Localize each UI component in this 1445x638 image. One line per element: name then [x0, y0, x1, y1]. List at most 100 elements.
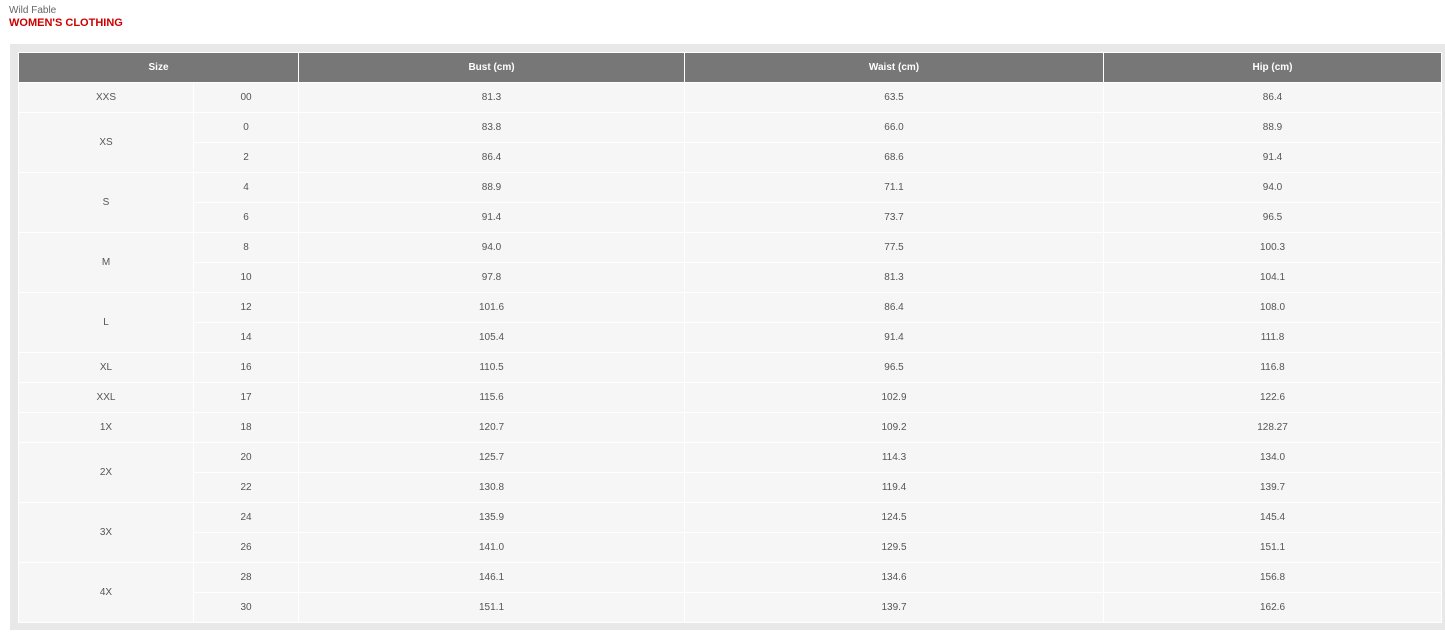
- table-row: S 4 88.9 71.1 94.0: [18, 172, 1443, 233]
- waist-cell: 66.0: [684, 112, 1105, 143]
- bust-cell: 130.8: [298, 472, 686, 503]
- column-header-size: Size: [17, 52, 300, 83]
- size-label-cell: XS: [18, 112, 194, 173]
- column-header-bust: Bust (cm): [298, 52, 686, 83]
- hip-cell: 94.0: [1103, 172, 1443, 203]
- hip-cell: 151.1: [1103, 532, 1443, 563]
- hip-cell: 116.8: [1103, 352, 1443, 383]
- size-label-cell: 2X: [18, 442, 194, 503]
- size-chart-frame: Size Bust (cm) Waist (cm) Hip (cm) XXS 00…: [10, 44, 1445, 630]
- bust-cell: 120.7: [298, 412, 686, 443]
- bust-cell: 115.6: [298, 382, 686, 413]
- bust-cell: 88.9: [298, 172, 686, 203]
- table-row: 2 86.4 68.6 91.4: [19, 142, 1443, 173]
- table-row: 26 141.0 129.5 151.1: [19, 532, 1443, 563]
- table-row: XXS 00 81.3 63.5 86.4: [18, 82, 1443, 113]
- bust-cell: 91.4: [298, 202, 686, 233]
- bust-cell: 81.3: [298, 82, 686, 113]
- numeric-size-cell: 20: [192, 442, 300, 473]
- numeric-size-cell: 14: [192, 322, 300, 353]
- bust-cell: 86.4: [298, 142, 686, 173]
- table-row: 2X 20 125.7 114.3 134.0: [18, 442, 1443, 503]
- waist-cell: 134.6: [684, 562, 1105, 593]
- table-row: L 12 101.6 86.4 108.0: [18, 292, 1443, 353]
- numeric-size-cell: 16: [192, 352, 300, 383]
- waist-cell: 68.6: [684, 142, 1105, 173]
- size-label-cell: 4X: [18, 562, 194, 623]
- hip-cell: 139.7: [1103, 472, 1443, 503]
- bust-cell: 151.1: [298, 592, 686, 623]
- hip-cell: 134.0: [1103, 442, 1443, 473]
- bust-cell: 97.8: [298, 262, 686, 293]
- size-label-cell: L: [18, 292, 194, 353]
- hip-cell: 162.6: [1103, 592, 1443, 623]
- size-chart-table: Size Bust (cm) Waist (cm) Hip (cm) XXS 00…: [17, 52, 1443, 623]
- waist-cell: 124.5: [684, 502, 1105, 533]
- waist-cell: 114.3: [684, 442, 1105, 473]
- size-label-cell: M: [18, 232, 194, 293]
- waist-cell: 109.2: [684, 412, 1105, 443]
- column-header-hip: Hip (cm): [1103, 52, 1443, 83]
- hip-cell: 122.6: [1103, 382, 1443, 413]
- size-label-cell: XL: [18, 352, 194, 383]
- table-row: 6 91.4 73.7 96.5: [19, 202, 1443, 233]
- numeric-size-cell: 12: [192, 292, 300, 323]
- brand-name: Wild Fable: [9, 5, 57, 16]
- table-row: 3X 24 135.9 124.5 145.4: [18, 502, 1443, 563]
- numeric-size-cell: 6: [192, 202, 300, 233]
- numeric-size-cell: 0: [192, 112, 300, 143]
- numeric-size-cell: 28: [192, 562, 300, 593]
- numeric-size-cell: 8: [192, 232, 300, 263]
- numeric-size-cell: 4: [192, 172, 300, 203]
- bust-cell: 110.5: [298, 352, 686, 383]
- bust-cell: 125.7: [298, 442, 686, 473]
- waist-cell: 71.1: [684, 172, 1105, 203]
- waist-cell: 77.5: [684, 232, 1105, 263]
- hip-cell: 111.8: [1103, 322, 1443, 353]
- waist-cell: 73.7: [684, 202, 1105, 233]
- waist-cell: 96.5: [684, 352, 1105, 383]
- category-title: WOMEN'S CLOTHING: [9, 17, 123, 29]
- waist-cell: 81.3: [684, 262, 1105, 293]
- hip-cell: 88.9: [1103, 112, 1443, 143]
- bust-cell: 146.1: [298, 562, 686, 593]
- table-row: XS 0 83.8 66.0 88.9: [18, 112, 1443, 173]
- table-row: 1X 18 120.7 109.2 128.27: [18, 412, 1443, 443]
- numeric-size-cell: 30: [192, 592, 300, 623]
- waist-cell: 63.5: [684, 82, 1105, 113]
- numeric-size-cell: 17: [192, 382, 300, 413]
- table-header-row: Size Bust (cm) Waist (cm) Hip (cm): [17, 52, 1443, 83]
- bust-cell: 101.6: [298, 292, 686, 323]
- hip-cell: 128.27: [1103, 412, 1443, 443]
- table-row: 30 151.1 139.7 162.6: [19, 592, 1443, 623]
- hip-cell: 108.0: [1103, 292, 1443, 323]
- size-label-cell: 3X: [18, 502, 194, 563]
- waist-cell: 102.9: [684, 382, 1105, 413]
- table-row: XXL 17 115.6 102.9 122.6: [18, 382, 1443, 413]
- table-row: 14 105.4 91.4 111.8: [19, 322, 1443, 353]
- numeric-size-cell: 18: [192, 412, 300, 443]
- hip-cell: 86.4: [1103, 82, 1443, 113]
- numeric-size-cell: 00: [192, 82, 300, 113]
- numeric-size-cell: 24: [192, 502, 300, 533]
- waist-cell: 129.5: [684, 532, 1105, 563]
- hip-cell: 156.8: [1103, 562, 1443, 593]
- size-label-cell: XXL: [18, 382, 194, 413]
- hip-cell: 145.4: [1103, 502, 1443, 533]
- bust-cell: 135.9: [298, 502, 686, 533]
- size-label-cell: 1X: [18, 412, 194, 443]
- hip-cell: 100.3: [1103, 232, 1443, 263]
- hip-cell: 91.4: [1103, 142, 1443, 173]
- hip-cell: 104.1: [1103, 262, 1443, 293]
- table-row: 10 97.8 81.3 104.1: [19, 262, 1443, 293]
- column-header-waist: Waist (cm): [684, 52, 1105, 83]
- table-row: M 8 94.0 77.5 100.3: [18, 232, 1443, 293]
- waist-cell: 91.4: [684, 322, 1105, 353]
- waist-cell: 119.4: [684, 472, 1105, 503]
- size-chart-body: XXS 00 81.3 63.5 86.4 XS 0 83.8 66.0 88.9 2 86.4 68.…: [18, 82, 1443, 623]
- table-row: 22 130.8 119.4 139.7: [19, 472, 1443, 503]
- numeric-size-cell: 26: [192, 532, 300, 563]
- size-label-cell: S: [18, 172, 194, 233]
- numeric-size-cell: 22: [192, 472, 300, 503]
- numeric-size-cell: 2: [192, 142, 300, 173]
